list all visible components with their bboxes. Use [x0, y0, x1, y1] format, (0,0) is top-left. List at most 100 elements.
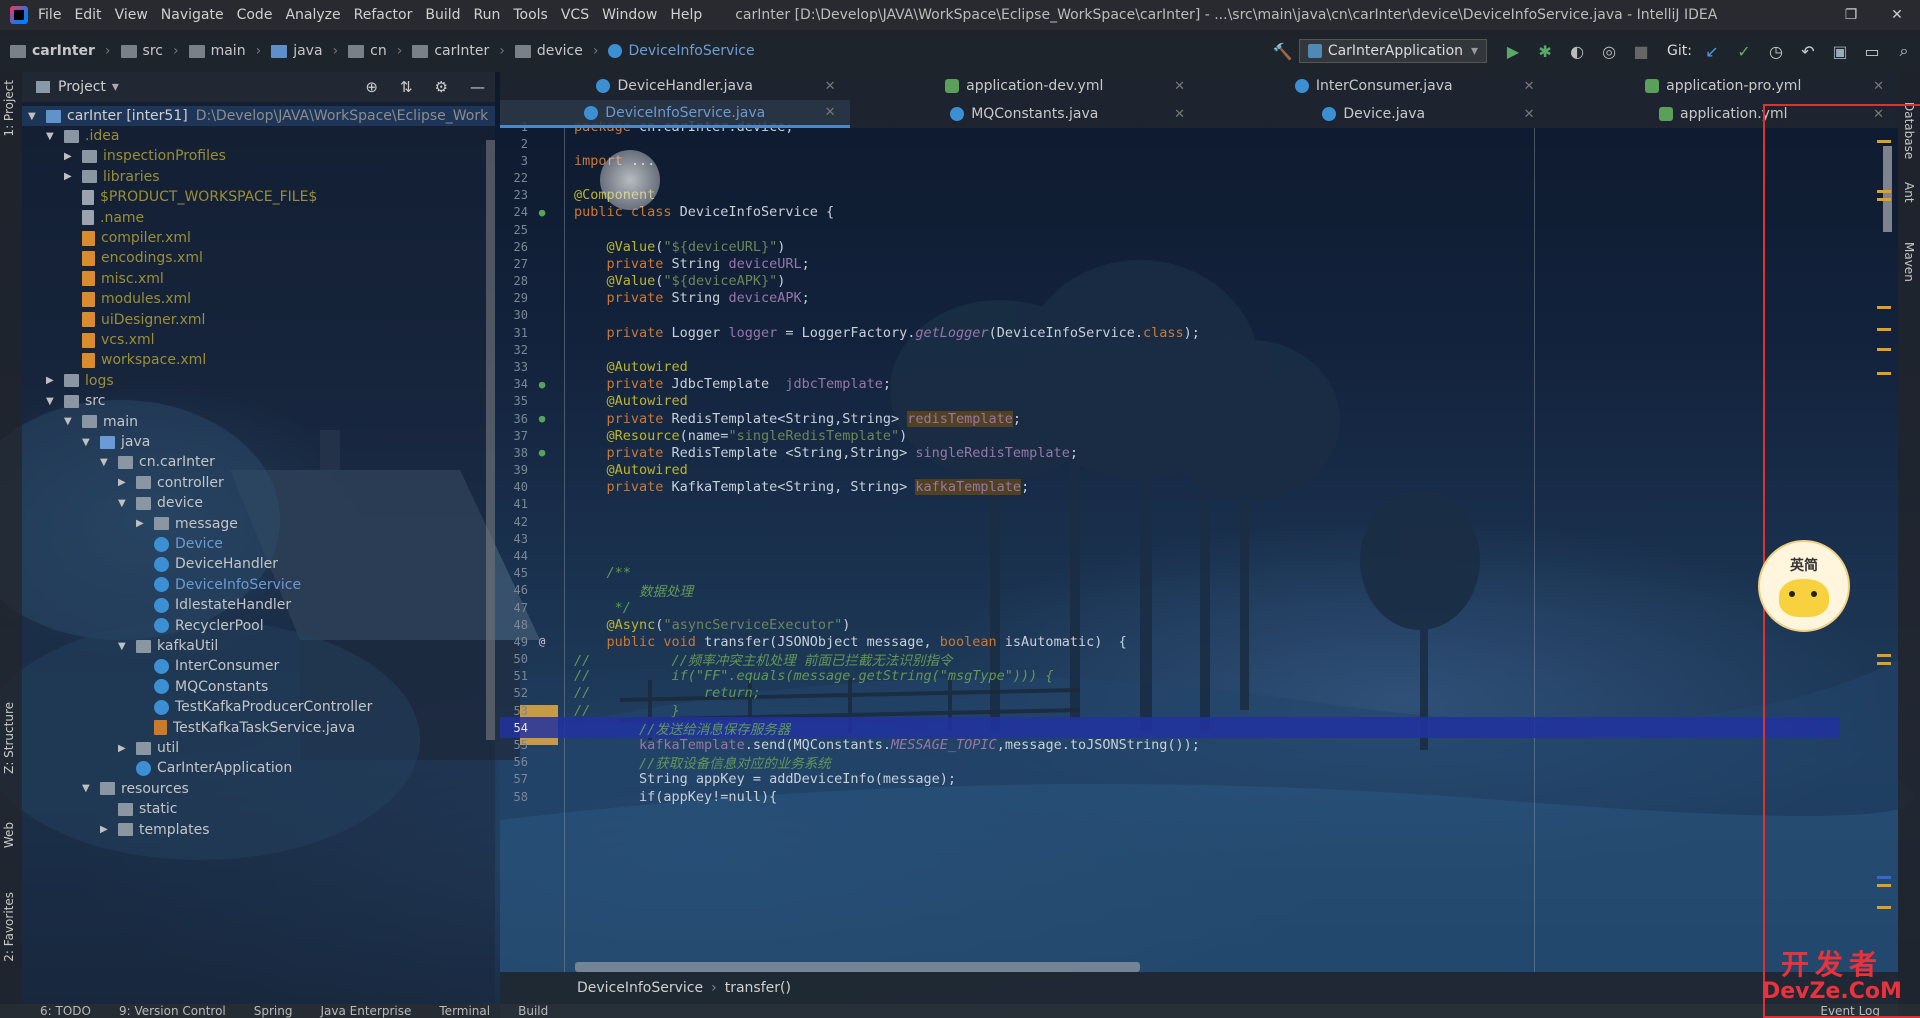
tree-item[interactable]: MQConstants [136, 677, 268, 697]
error-stripe-marker[interactable] [1877, 884, 1891, 887]
chevron-right-icon[interactable]: ▶ [118, 477, 130, 488]
error-stripe-marker[interactable] [1877, 328, 1891, 331]
tree-item[interactable]: $PRODUCT_WORKSPACE_FILE$ [64, 187, 317, 207]
tree-item[interactable]: CarInterApplication [118, 758, 292, 778]
menu-build[interactable]: Build [425, 7, 460, 23]
error-stripe-marker[interactable] [1877, 306, 1891, 309]
close-tab-icon[interactable]: ✕ [1174, 79, 1185, 94]
tree-item[interactable]: ▶ logs [46, 371, 114, 391]
chevron-right-icon[interactable]: ▶ [118, 743, 130, 754]
project-scrollbar[interactable] [486, 140, 495, 740]
git-history-icon[interactable]: ◷ [1765, 40, 1787, 62]
bean-marker-icon[interactable]: ● [536, 206, 548, 219]
editor-tab[interactable]: DeviceInfoService.java ✕ [500, 100, 850, 128]
error-stripe-marker[interactable] [1877, 662, 1891, 665]
tree-item[interactable]: IdlestateHandler [136, 595, 291, 615]
tree-item[interactable]: TestKafkaProducerController [136, 697, 372, 717]
breadcrumb-item[interactable]: carInter › [412, 43, 505, 59]
tree-item[interactable]: ▶ templates [100, 820, 210, 840]
menu-run[interactable]: Run [474, 7, 501, 23]
editor-crumb-method[interactable]: transfer() [725, 980, 791, 996]
build-tab[interactable]: Build [518, 1004, 548, 1018]
override-marker-icon[interactable]: @ [536, 635, 548, 648]
current-line-marker[interactable] [1877, 876, 1891, 879]
menu-analyze[interactable]: Analyze [285, 7, 340, 23]
tree-item[interactable]: .name [64, 208, 144, 228]
editor-vertical-scrollbar[interactable] [1883, 146, 1892, 232]
project-panel-title[interactable]: Project [58, 79, 106, 95]
error-stripe-marker[interactable] [1877, 190, 1891, 193]
run-configuration-select[interactable]: CarInterApplication ▾ [1298, 39, 1488, 63]
web-tool-tab[interactable]: Web [2, 822, 16, 848]
chevron-right-icon[interactable]: ▶ [64, 171, 76, 182]
breadcrumb-item[interactable]: src › [120, 43, 179, 59]
tree-item[interactable]: vcs.xml [64, 330, 155, 350]
bean-marker-icon[interactable]: ● [536, 378, 548, 391]
error-stripe-marker[interactable] [1877, 372, 1891, 375]
chevron-right-icon[interactable]: ▶ [136, 518, 148, 529]
chevron-down-icon[interactable]: ▼ [46, 396, 58, 407]
chevron-down-icon[interactable]: ▼ [100, 457, 112, 468]
tree-item[interactable]: ▼ .idea [46, 126, 119, 146]
bean-marker-icon[interactable]: ● [536, 446, 548, 459]
menu-tools[interactable]: Tools [513, 7, 548, 23]
editor-tab[interactable]: application-pro.yml ✕ [1549, 72, 1899, 100]
menu-file[interactable]: File [38, 7, 61, 23]
build-hammer-icon[interactable]: 🔨 [1272, 40, 1294, 62]
bean-marker-icon[interactable]: ● [536, 412, 548, 425]
error-stripe-marker[interactable] [1877, 348, 1891, 351]
structure-tool-tab[interactable]: Z: Structure [2, 702, 16, 774]
chevron-down-icon[interactable]: ▾ [112, 79, 119, 95]
editor-tab[interactable]: DeviceHandler.java ✕ [500, 72, 850, 100]
tree-item[interactable]: modules.xml [64, 289, 191, 309]
tree-item[interactable]: ▼ src [46, 391, 105, 411]
error-stripe-marker[interactable] [1877, 654, 1891, 657]
tree-item[interactable]: ▶ inspectionProfiles [64, 146, 226, 166]
tree-item[interactable]: DeviceHandler [136, 554, 278, 574]
run-icon[interactable]: ▶ [1502, 40, 1524, 62]
git-commit-icon[interactable]: ✓ [1733, 40, 1755, 62]
tree-item[interactable]: TestKafkaTaskService.java [136, 718, 355, 738]
chevron-down-icon[interactable]: ▼ [118, 498, 130, 509]
tree-item[interactable]: ▼ cn.carInter [100, 452, 215, 472]
search-everywhere-icon[interactable]: ⌕ [1893, 40, 1915, 62]
tree-item[interactable]: workspace.xml [64, 350, 206, 370]
version-control-tab[interactable]: 9: Version Control [119, 1004, 226, 1018]
breadcrumb-item[interactable]: DeviceInfoService [608, 43, 755, 59]
chevron-right-icon[interactable]: ▶ [100, 824, 112, 835]
menu-view[interactable]: View [115, 7, 148, 23]
editor-tab[interactable]: application-dev.yml ✕ [850, 72, 1200, 100]
tree-item[interactable]: uiDesigner.xml [64, 310, 205, 330]
editor-tab[interactable]: MQConstants.java ✕ [850, 100, 1200, 128]
todo-tab[interactable]: 6: TODO [40, 1004, 91, 1018]
error-stripe-marker[interactable] [1877, 906, 1891, 909]
git-update-icon[interactable]: ↙ [1701, 40, 1723, 62]
editor-tab[interactable]: InterConsumer.java ✕ [1199, 72, 1549, 100]
code-line[interactable]: 58 if(appKey!=null){ [500, 786, 1840, 807]
restore-window-icon[interactable]: ❐ [1828, 0, 1874, 30]
code-editor[interactable]: 1package cn.carInter.device;23import ...… [500, 119, 1898, 972]
editor-crumb-class[interactable]: DeviceInfoService [577, 980, 703, 996]
tree-item[interactable]: ▶ message [136, 514, 238, 534]
tree-item[interactable]: ▶ libraries [64, 167, 160, 187]
minimize-icon[interactable]: — [470, 78, 485, 96]
presentation-icon[interactable]: ▭ [1861, 40, 1883, 62]
error-stripe-marker[interactable] [1877, 198, 1891, 201]
close-tab-icon[interactable]: ✕ [1174, 107, 1185, 122]
menu-edit[interactable]: Edit [74, 7, 101, 23]
close-tab-icon[interactable]: ✕ [825, 79, 836, 94]
breadcrumb-item[interactable]: main › [188, 43, 261, 59]
profile-icon[interactable]: ◎ [1598, 40, 1620, 62]
git-revert-icon[interactable]: ↶ [1797, 40, 1819, 62]
favorites-tool-tab[interactable]: 2: Favorites [2, 892, 16, 962]
close-tab-icon[interactable]: ✕ [825, 105, 836, 120]
tree-item[interactable]: compiler.xml [64, 228, 191, 248]
tree-item[interactable]: ▶ controller [118, 473, 224, 493]
menu-help[interactable]: Help [670, 7, 702, 23]
menu-refactor[interactable]: Refactor [354, 7, 413, 23]
breadcrumb-item[interactable]: java › [271, 43, 338, 59]
tree-item[interactable]: ▼ resources [82, 779, 189, 799]
coverage-icon[interactable]: ◐ [1566, 40, 1588, 62]
breadcrumb-item[interactable]: cn › [348, 43, 402, 59]
menu-vcs[interactable]: VCS [561, 7, 589, 23]
